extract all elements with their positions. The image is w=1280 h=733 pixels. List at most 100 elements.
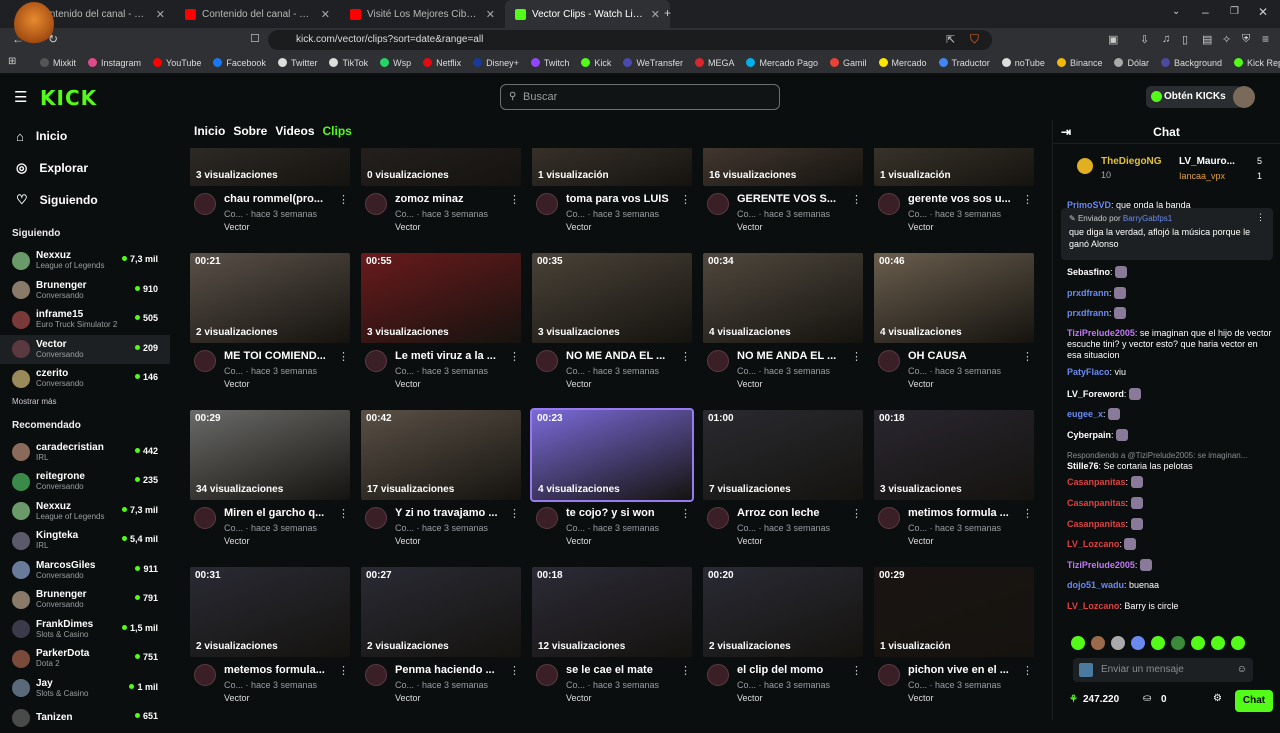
clip-channel[interactable]: Vector — [737, 536, 763, 546]
sidebar-nav-siguiendo[interactable]: ♡ Siguiendo — [0, 184, 170, 216]
clip-channel-avatar[interactable] — [707, 507, 729, 529]
bookmark-item[interactable]: Mixkit — [34, 58, 82, 68]
bookmark-icon[interactable]: ☐ — [250, 32, 260, 45]
close-window-icon[interactable]: ✕ — [1258, 5, 1268, 19]
clip-channel-avatar[interactable] — [194, 350, 216, 372]
minimize-icon[interactable]: – — [1202, 5, 1209, 19]
sidebar-channel[interactable]: czerito Conversando 146 — [0, 364, 170, 394]
more-options-icon[interactable]: ⋮ — [1022, 664, 1033, 677]
clip-card[interactable]: 01:00 7 visualizaciones Arroz con leche Co.… — [703, 410, 863, 560]
clip-card[interactable]: 00:42 17 visualizaciones Y zi no travajamo… — [361, 410, 521, 560]
bookmark-item[interactable]: Mercado — [873, 58, 933, 68]
more-options-icon[interactable]: ⋮ — [680, 193, 691, 206]
clip-channel-avatar[interactable] — [536, 193, 558, 215]
sidebar-channel[interactable]: inframe15 Euro Truck Simulator 2 505 — [0, 305, 170, 335]
emote-shortcut-icon[interactable] — [1071, 636, 1085, 650]
url-field[interactable]: kick.com/vector/clips?sort=date&range=al… — [268, 30, 992, 50]
clip-title[interactable]: GERENTE VOS S... — [737, 193, 849, 205]
clip-thumbnail[interactable]: 1 visualización — [874, 148, 1034, 186]
collapse-chat-icon[interactable]: ⇥ — [1061, 120, 1071, 144]
sidebar-channel[interactable]: Jay Slots & Casino 1 mil — [0, 674, 170, 704]
clip-card[interactable]: 00:21 2 visualizaciones ME TOI COMIEND... C… — [190, 253, 350, 403]
clip-card[interactable]: 00:29 34 visualizaciones Miren el garcho q… — [190, 410, 350, 560]
sidebar-channel[interactable]: Brunenger Conversando 910 — [0, 276, 170, 306]
browser-tab[interactable]: Visité Los Mejores Cibers de Dubai - ✕ — [340, 0, 505, 28]
clip-channel[interactable]: Vector — [566, 536, 592, 546]
clip-card[interactable]: 00:18 3 visualizaciones metimos formula ..… — [874, 410, 1034, 560]
clip-channel[interactable]: Vector — [224, 536, 250, 546]
sidebar-toggle-icon[interactable]: ▯ — [1182, 33, 1188, 46]
bookmark-item[interactable]: Disney+ — [467, 58, 525, 68]
tab-inicio[interactable]: Inicio — [194, 124, 225, 138]
clip-channel[interactable]: Vector — [737, 379, 763, 389]
bookmark-item[interactable]: Traductor — [933, 58, 996, 68]
clip-channel[interactable]: Vector — [737, 222, 763, 232]
clip-card[interactable]: 00:20 2 visualizaciones el clip del momo Co… — [703, 567, 863, 717]
clip-thumbnail[interactable]: 00:34 4 visualizaciones — [703, 253, 863, 343]
kick-logo[interactable]: KICK — [40, 86, 97, 110]
tab-close-icon[interactable]: ✕ — [321, 8, 330, 21]
bookmark-item[interactable]: Facebook — [207, 58, 272, 68]
emoji-icon[interactable]: ☺ — [1237, 658, 1247, 682]
apps-icon[interactable]: ⊞ — [8, 56, 16, 67]
clip-channel[interactable]: Vector — [908, 693, 934, 703]
clip-channel[interactable]: Vector — [395, 222, 421, 232]
chat-username[interactable]: prxdfrann — [1067, 308, 1109, 318]
bookmark-item[interactable]: TikTok — [323, 58, 374, 68]
more-options-icon[interactable]: ⋮ — [851, 507, 862, 520]
clip-card[interactable]: 00:35 3 visualizaciones NO ME ANDA EL ... C… — [532, 253, 692, 403]
browser-tab[interactable]: Vector Clips - Watch Live on Kick ✕ — [505, 0, 670, 28]
clip-title[interactable]: Penma haciendo ... — [395, 664, 507, 676]
chat-username[interactable]: Casanpanitas — [1067, 498, 1126, 508]
bookmark-item[interactable]: Instagram — [82, 58, 147, 68]
clip-card[interactable]: 00:55 3 visualizaciones Le meti viruz a la… — [361, 253, 521, 403]
more-options-icon[interactable]: ⋮ — [680, 507, 691, 520]
clip-thumbnail[interactable]: 00:18 3 visualizaciones — [874, 410, 1034, 500]
clip-channel-avatar[interactable] — [707, 350, 729, 372]
menu-icon[interactable]: ≡ — [1262, 32, 1269, 46]
clip-channel-avatar[interactable] — [536, 664, 558, 686]
emote-shortcut-icon[interactable] — [1211, 636, 1225, 650]
clip-card[interactable]: 3 visualizaciones chau rommel(pro... Co...… — [190, 148, 350, 246]
clip-thumbnail[interactable]: 00:29 34 visualizaciones — [190, 410, 350, 500]
share-icon[interactable]: ⇱ — [946, 33, 955, 46]
chat-input[interactable]: Enviar un mensaje ☺ — [1073, 658, 1253, 682]
sidebar-channel[interactable]: FrankDimes Slots & Casino 1,5 mil — [0, 615, 170, 645]
clip-channel-avatar[interactable] — [194, 664, 216, 686]
more-options-icon[interactable]: ⋮ — [1022, 507, 1033, 520]
clip-thumbnail[interactable]: 1 visualización — [532, 148, 692, 186]
clip-thumbnail[interactable]: 01:00 7 visualizaciones — [703, 410, 863, 500]
sidebar-nav-inicio[interactable]: ⌂ Inicio — [0, 120, 170, 152]
clip-title[interactable]: Le meti viruz a la ... — [395, 350, 507, 362]
clip-thumbnail[interactable]: 3 visualizaciones — [190, 148, 350, 186]
clip-title[interactable]: NO ME ANDA EL ... — [566, 350, 678, 362]
clip-channel-avatar[interactable] — [194, 193, 216, 215]
clip-channel[interactable]: Vector — [224, 379, 250, 389]
clip-thumbnail[interactable]: 00:55 3 visualizaciones — [361, 253, 521, 343]
chat-username[interactable]: PatyFlaco — [1067, 367, 1110, 377]
clip-channel[interactable]: Vector — [395, 536, 421, 546]
sidebar-channel[interactable]: Nexxuz League of Legends 7,3 mil — [0, 246, 170, 276]
clip-title[interactable]: chau rommel(pro... — [224, 193, 336, 205]
more-options-icon[interactable]: ⋮ — [338, 193, 349, 206]
tab-videos[interactable]: Videos — [275, 124, 314, 138]
hamburger-menu-icon[interactable]: ☰ — [14, 88, 27, 106]
music-icon[interactable]: ♫ — [1162, 33, 1170, 45]
sidebar-nav-explorar[interactable]: ◎ Explorar — [0, 152, 170, 184]
sidebar-channel[interactable]: reitegrone Conversando 235 — [0, 467, 170, 497]
more-options-icon[interactable]: ⋮ — [338, 507, 349, 520]
bookmark-item[interactable]: Mercado Pago — [740, 58, 824, 68]
clip-channel-avatar[interactable] — [365, 350, 387, 372]
sidebar-channel[interactable]: caradecristian IRL 442 — [0, 438, 170, 468]
bookmark-item[interactable]: Twitter — [272, 58, 324, 68]
tab-close-icon[interactable]: ✕ — [651, 8, 660, 21]
clip-card[interactable]: 00:34 4 visualizaciones NO ME ANDA EL ... C… — [703, 253, 863, 403]
clip-card[interactable]: 00:18 12 visualizaciones se le cae el mate… — [532, 567, 692, 717]
clip-channel-avatar[interactable] — [536, 507, 558, 529]
clip-thumbnail[interactable]: 00:27 2 visualizaciones — [361, 567, 521, 657]
new-tab-icon[interactable]: + — [664, 6, 671, 20]
clip-thumbnail[interactable]: 00:46 4 visualizaciones — [874, 253, 1034, 343]
clip-title[interactable]: pichon vive en el ... — [908, 664, 1020, 676]
chat-username[interactable]: LV_Lozcano — [1067, 539, 1119, 549]
emote-shortcut-icon[interactable] — [1131, 636, 1145, 650]
